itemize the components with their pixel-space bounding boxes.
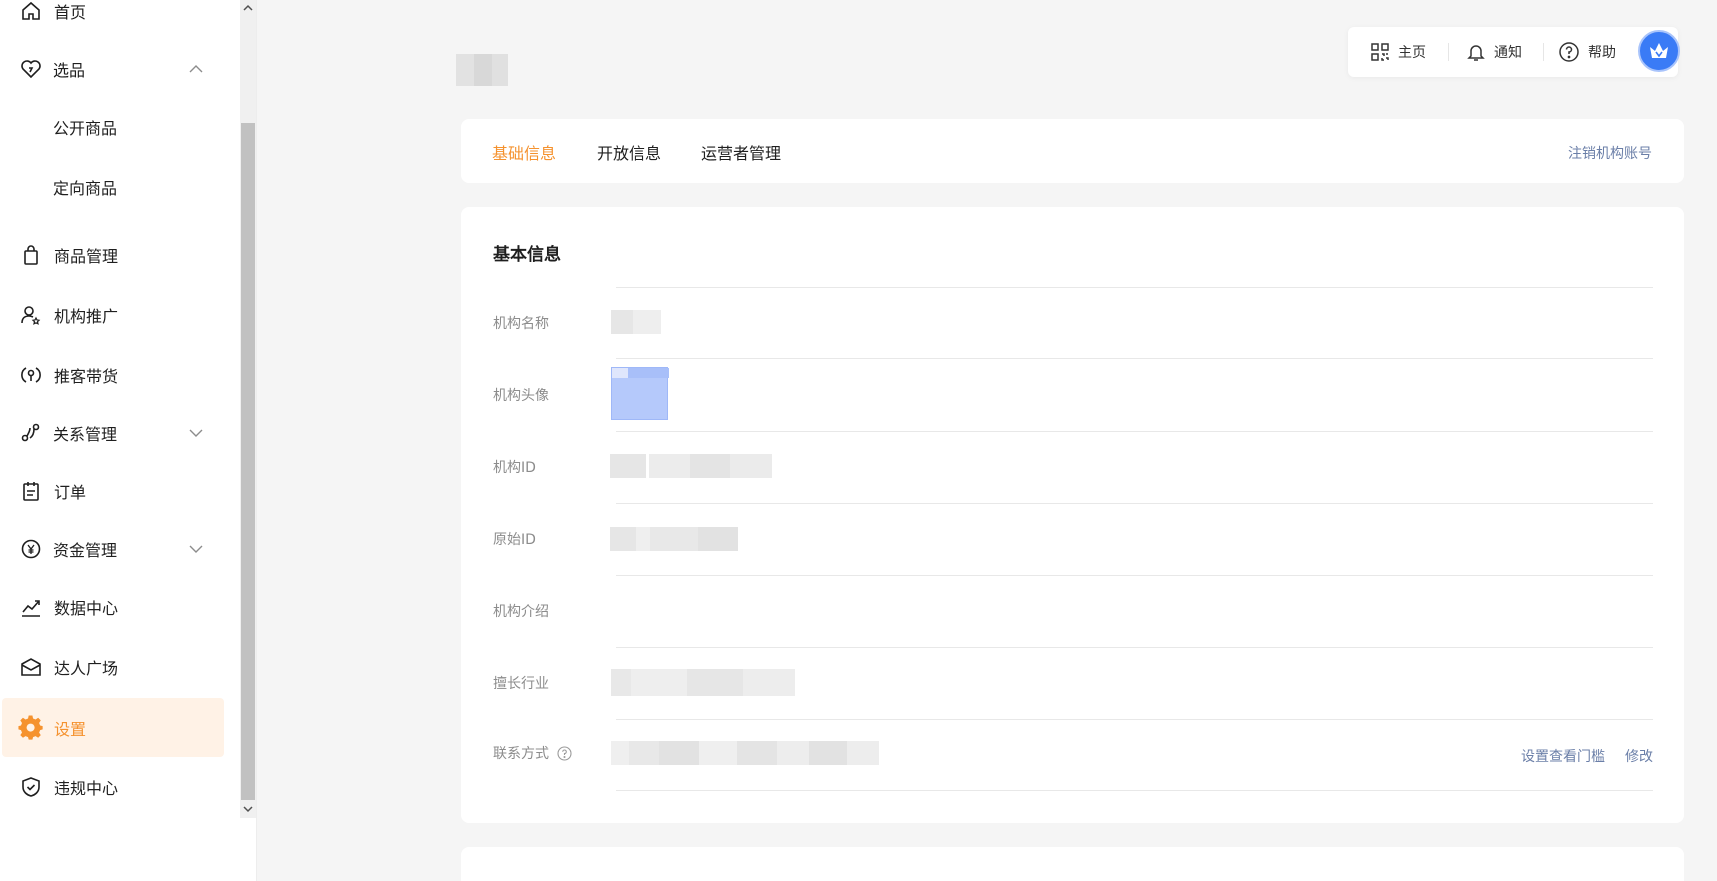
sidebar-item-label: 资金管理 xyxy=(53,541,118,560)
sidebar-item-funds[interactable]: 资金管理 xyxy=(0,523,225,575)
sidebar-item-org-promo[interactable]: 机构推广 xyxy=(0,289,225,341)
set-view-threshold-link[interactable]: 设置查看门槛 xyxy=(1521,746,1605,766)
home-link[interactable]: 主页 xyxy=(1370,40,1426,64)
original-id-value-redacted xyxy=(610,527,738,551)
contact-label: 联系方式 xyxy=(493,746,549,762)
sidebar-item-label: 机构推广 xyxy=(54,307,119,326)
relation-icon xyxy=(18,420,44,446)
user-star-icon xyxy=(18,302,44,328)
sidebar-item-talent-square[interactable]: 达人广场 xyxy=(0,641,225,693)
divider xyxy=(616,503,1653,504)
org-intro-label: 机构介绍 xyxy=(493,604,549,620)
divider xyxy=(616,431,1653,432)
scroll-down-arrow-icon[interactable] xyxy=(240,801,256,817)
divider xyxy=(616,719,1653,720)
trend-icon xyxy=(18,594,44,620)
divider xyxy=(616,287,1653,288)
coin-icon xyxy=(18,362,44,388)
sidebar-item-settings[interactable]: 设置 xyxy=(2,698,224,757)
sidebar-item-label: 违规中心 xyxy=(54,779,119,798)
notify-link[interactable]: 通知 xyxy=(1466,40,1522,64)
divider xyxy=(616,790,1653,791)
org-id-label: 机构ID xyxy=(493,460,536,476)
sidebar-item-violations[interactable]: 违规中心 xyxy=(0,761,225,813)
toolbar-divider xyxy=(1543,43,1544,61)
sidebar-item-label: 关系管理 xyxy=(53,425,118,444)
divider xyxy=(256,0,257,881)
tab-open-info[interactable]: 开放信息 xyxy=(597,140,661,164)
contact-label-group: 联系方式 xyxy=(493,743,572,763)
divider xyxy=(616,575,1653,576)
user-avatar[interactable] xyxy=(1638,30,1680,72)
sidebar-item-label: 选品 xyxy=(53,61,86,80)
home-icon xyxy=(18,0,44,24)
scroll-up-arrow-icon[interactable] xyxy=(240,0,256,16)
sidebar-item-data-center[interactable]: 数据中心 xyxy=(0,581,225,633)
mail-icon xyxy=(18,654,44,680)
toolbar-divider xyxy=(1448,43,1449,61)
help-circle-icon[interactable] xyxy=(557,745,572,761)
home-link-label: 主页 xyxy=(1398,45,1426,61)
sidebar-item-targeted-goods[interactable]: 定向商品 xyxy=(0,161,225,213)
help-link-label: 帮助 xyxy=(1588,45,1616,61)
sidebar-item-referral-sales[interactable]: 推客带货 xyxy=(0,349,225,401)
notify-link-label: 通知 xyxy=(1494,45,1522,61)
edit-contact-link[interactable]: 修改 xyxy=(1625,746,1653,766)
sidebar-item-relations[interactable]: 关系管理 xyxy=(0,407,225,459)
tabs-bar: 基础信息 开放信息 运营者管理 注销机构账号 xyxy=(461,119,1684,183)
shield-check-icon xyxy=(18,774,44,800)
sidebar-item-label: 设置 xyxy=(54,719,87,739)
crown-icon xyxy=(1650,43,1668,58)
top-toolbar: 主页 通知 帮助 xyxy=(1348,27,1678,77)
bell-icon xyxy=(1467,45,1485,61)
basic-info-card: 基本信息 机构名称 机构头像 机构ID 原始ID 机构介绍 擅长行业 联系方式 … xyxy=(461,207,1684,823)
yen-icon xyxy=(18,536,44,562)
sidebar-item-label: 定向商品 xyxy=(53,179,118,198)
section-title: 基本信息 xyxy=(493,245,561,265)
scrollbar-thumb[interactable] xyxy=(241,123,255,800)
org-avatar-label: 机构头像 xyxy=(493,388,549,404)
cancel-org-account-link[interactable]: 注销机构账号 xyxy=(1568,143,1652,163)
chevron-up-icon xyxy=(186,59,206,79)
sidebar-scrollbar[interactable] xyxy=(240,0,256,818)
sidebar: 首页 选品 公开商品 定向商品 商品管理 机构推广 推客带货 关系管理 订单 资… xyxy=(0,0,240,881)
sidebar-item-label: 商品管理 xyxy=(54,247,119,266)
gear-icon xyxy=(18,714,44,741)
industry-label: 擅长行业 xyxy=(493,676,549,692)
tab-operator-management[interactable]: 运营者管理 xyxy=(701,140,781,164)
sidebar-item-home[interactable]: 首页 xyxy=(0,0,225,37)
sidebar-item-label: 公开商品 xyxy=(53,119,118,138)
qr-code-icon xyxy=(1371,43,1389,61)
org-name-value-redacted xyxy=(611,310,661,334)
sidebar-item-label: 数据中心 xyxy=(54,599,119,618)
sidebar-item-label: 订单 xyxy=(54,483,87,502)
org-id-value-redacted xyxy=(610,454,772,478)
divider xyxy=(616,647,1653,648)
bag-icon xyxy=(18,242,44,268)
next-section-card xyxy=(461,847,1684,881)
order-icon xyxy=(18,478,44,504)
help-link[interactable]: 帮助 xyxy=(1558,40,1616,64)
sidebar-item-public-goods[interactable]: 公开商品 xyxy=(0,101,225,153)
original-id-label: 原始ID xyxy=(493,532,536,548)
chevron-down-icon xyxy=(186,539,206,559)
tab-basic-info[interactable]: 基础信息 xyxy=(492,140,556,164)
org-avatar-image xyxy=(611,367,669,420)
chevron-down-icon xyxy=(186,423,206,443)
sidebar-item-label: 首页 xyxy=(54,3,87,22)
sidebar-footer xyxy=(240,818,256,881)
sidebar-item-label: 达人广场 xyxy=(54,659,119,678)
help-circle-icon xyxy=(1559,42,1579,62)
contact-value-redacted xyxy=(611,741,879,765)
sidebar-item-label: 推客带货 xyxy=(54,367,119,386)
org-name-label: 机构名称 xyxy=(493,316,549,332)
sidebar-item-orders[interactable]: 订单 xyxy=(0,465,225,517)
heart-tag-icon xyxy=(18,56,44,82)
page-title-redacted xyxy=(456,54,508,86)
sidebar-item-selection[interactable]: 选品 xyxy=(0,43,225,95)
industry-value-redacted xyxy=(611,669,795,696)
sidebar-item-goods-mgmt[interactable]: 商品管理 xyxy=(0,229,225,281)
divider xyxy=(616,358,1653,359)
